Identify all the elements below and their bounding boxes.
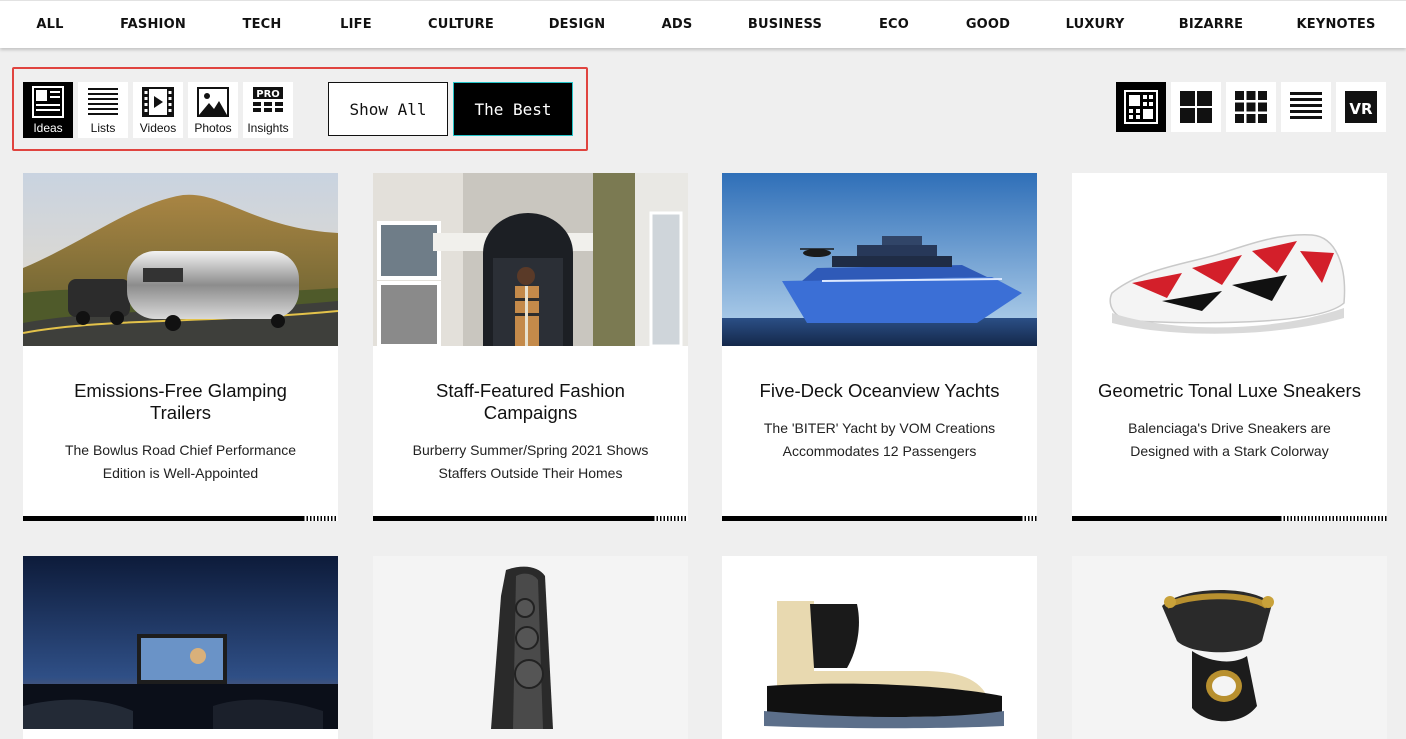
mosaic-grid-icon [1124, 90, 1158, 124]
vr-icon: VR [1345, 91, 1377, 123]
nav-eco[interactable]: ECO [879, 17, 909, 32]
nav-good[interactable]: GOOD [966, 17, 1010, 32]
vr-label: VR [1349, 100, 1373, 118]
article-card[interactable] [373, 556, 688, 739]
type-videos-label: Videos [139, 121, 177, 135]
nav-bizarre[interactable]: BIZARRE [1179, 17, 1244, 32]
article-thumbnail [373, 173, 688, 346]
nav-business[interactable]: BUSINESS [748, 17, 822, 32]
progress-bar-rest [653, 516, 688, 521]
article-thumbnail [722, 556, 1037, 729]
nav-tech[interactable]: TECH [243, 17, 282, 32]
progress-bar-rest [303, 516, 338, 521]
article-title: Staff-Featured Fashion Campaigns [436, 380, 625, 423]
article-thumbnail [722, 173, 1037, 346]
type-lists-button[interactable]: Lists [78, 82, 128, 138]
pro-insights-icon: PRO [253, 87, 283, 112]
the-best-button[interactable]: The Best [453, 82, 573, 136]
nav-luxury[interactable]: LUXURY [1066, 17, 1125, 32]
article-thumbnail [373, 556, 688, 729]
view-vr-button[interactable]: VR [1336, 82, 1386, 132]
nav-all[interactable]: ALL [36, 17, 63, 32]
ideas-icon [32, 86, 64, 118]
film-icon [142, 87, 174, 117]
nav-design[interactable]: DESIGN [549, 17, 606, 32]
four-grid-icon [1180, 91, 1212, 123]
article-thumbnail [23, 173, 338, 346]
article-card[interactable] [722, 556, 1037, 739]
article-description: The Bowlus Road Chief Performance Editio… [64, 442, 297, 481]
progress-bar [1072, 516, 1280, 521]
type-ideas-label: Ideas [33, 121, 63, 135]
article-title: Geometric Tonal Luxe Sneakers [1098, 380, 1361, 401]
progress-bar [373, 516, 654, 521]
pro-badge-text: PRO [256, 89, 280, 100]
progress-bar [23, 516, 304, 521]
type-photos-button[interactable]: Photos [188, 82, 238, 138]
article-card[interactable] [1072, 556, 1387, 739]
nav-keynotes[interactable]: KEYNOTES [1296, 17, 1375, 32]
view-mosaic-button[interactable] [1116, 82, 1166, 132]
view-nine-grid-button[interactable] [1226, 82, 1276, 132]
article-description: The 'BITER' Yacht by VOM Creations Accom… [763, 420, 996, 459]
article-description: Balenciaga's Drive Sneakers are Designed… [1128, 420, 1331, 459]
article-title: Emissions-Free Glamping Trailers [74, 380, 287, 423]
article-card[interactable]: Five-Deck Oceanview Yachts The 'BITER' Y… [722, 173, 1037, 521]
type-insights-button[interactable]: PRO Insights [243, 82, 293, 138]
article-thumbnail [1072, 556, 1387, 729]
progress-bar-rest [1021, 516, 1037, 521]
view-four-grid-button[interactable] [1171, 82, 1221, 132]
show-all-button[interactable]: Show All [328, 82, 448, 136]
nine-grid-icon [1235, 91, 1267, 123]
article-description: Burberry Summer/Spring 2021 Shows Staffe… [412, 442, 649, 481]
article-thumbnail [1072, 173, 1387, 346]
lists-icon [88, 88, 118, 115]
progress-bar-rest [1279, 516, 1387, 521]
nav-life[interactable]: LIFE [340, 17, 372, 32]
article-card[interactable]: Emissions-Free Glamping Trailers The Bow… [23, 173, 338, 521]
article-card[interactable]: Staff-Featured Fashion Campaigns Burberr… [373, 173, 688, 521]
type-videos-button[interactable]: Videos [133, 82, 183, 138]
article-title: Five-Deck Oceanview Yachts [759, 380, 1000, 401]
article-card[interactable]: Geometric Tonal Luxe Sneakers Balenciaga… [1072, 173, 1387, 521]
top-navigation: ALL FASHION TECH LIFE CULTURE DESIGN ADS… [0, 0, 1406, 48]
type-photos-label: Photos [194, 121, 232, 135]
list-view-icon [1290, 92, 1322, 119]
progress-bar [722, 516, 1022, 521]
nav-ads[interactable]: ADS [662, 17, 693, 32]
article-card[interactable] [23, 556, 338, 739]
photo-icon [197, 87, 229, 117]
nav-fashion[interactable]: FASHION [120, 17, 186, 32]
article-thumbnail [23, 556, 338, 729]
nav-culture[interactable]: CULTURE [428, 17, 494, 32]
type-insights-label: Insights [247, 121, 289, 135]
type-ideas-button[interactable]: Ideas [23, 82, 73, 138]
view-list-button[interactable] [1281, 82, 1331, 132]
type-lists-label: Lists [90, 121, 116, 135]
